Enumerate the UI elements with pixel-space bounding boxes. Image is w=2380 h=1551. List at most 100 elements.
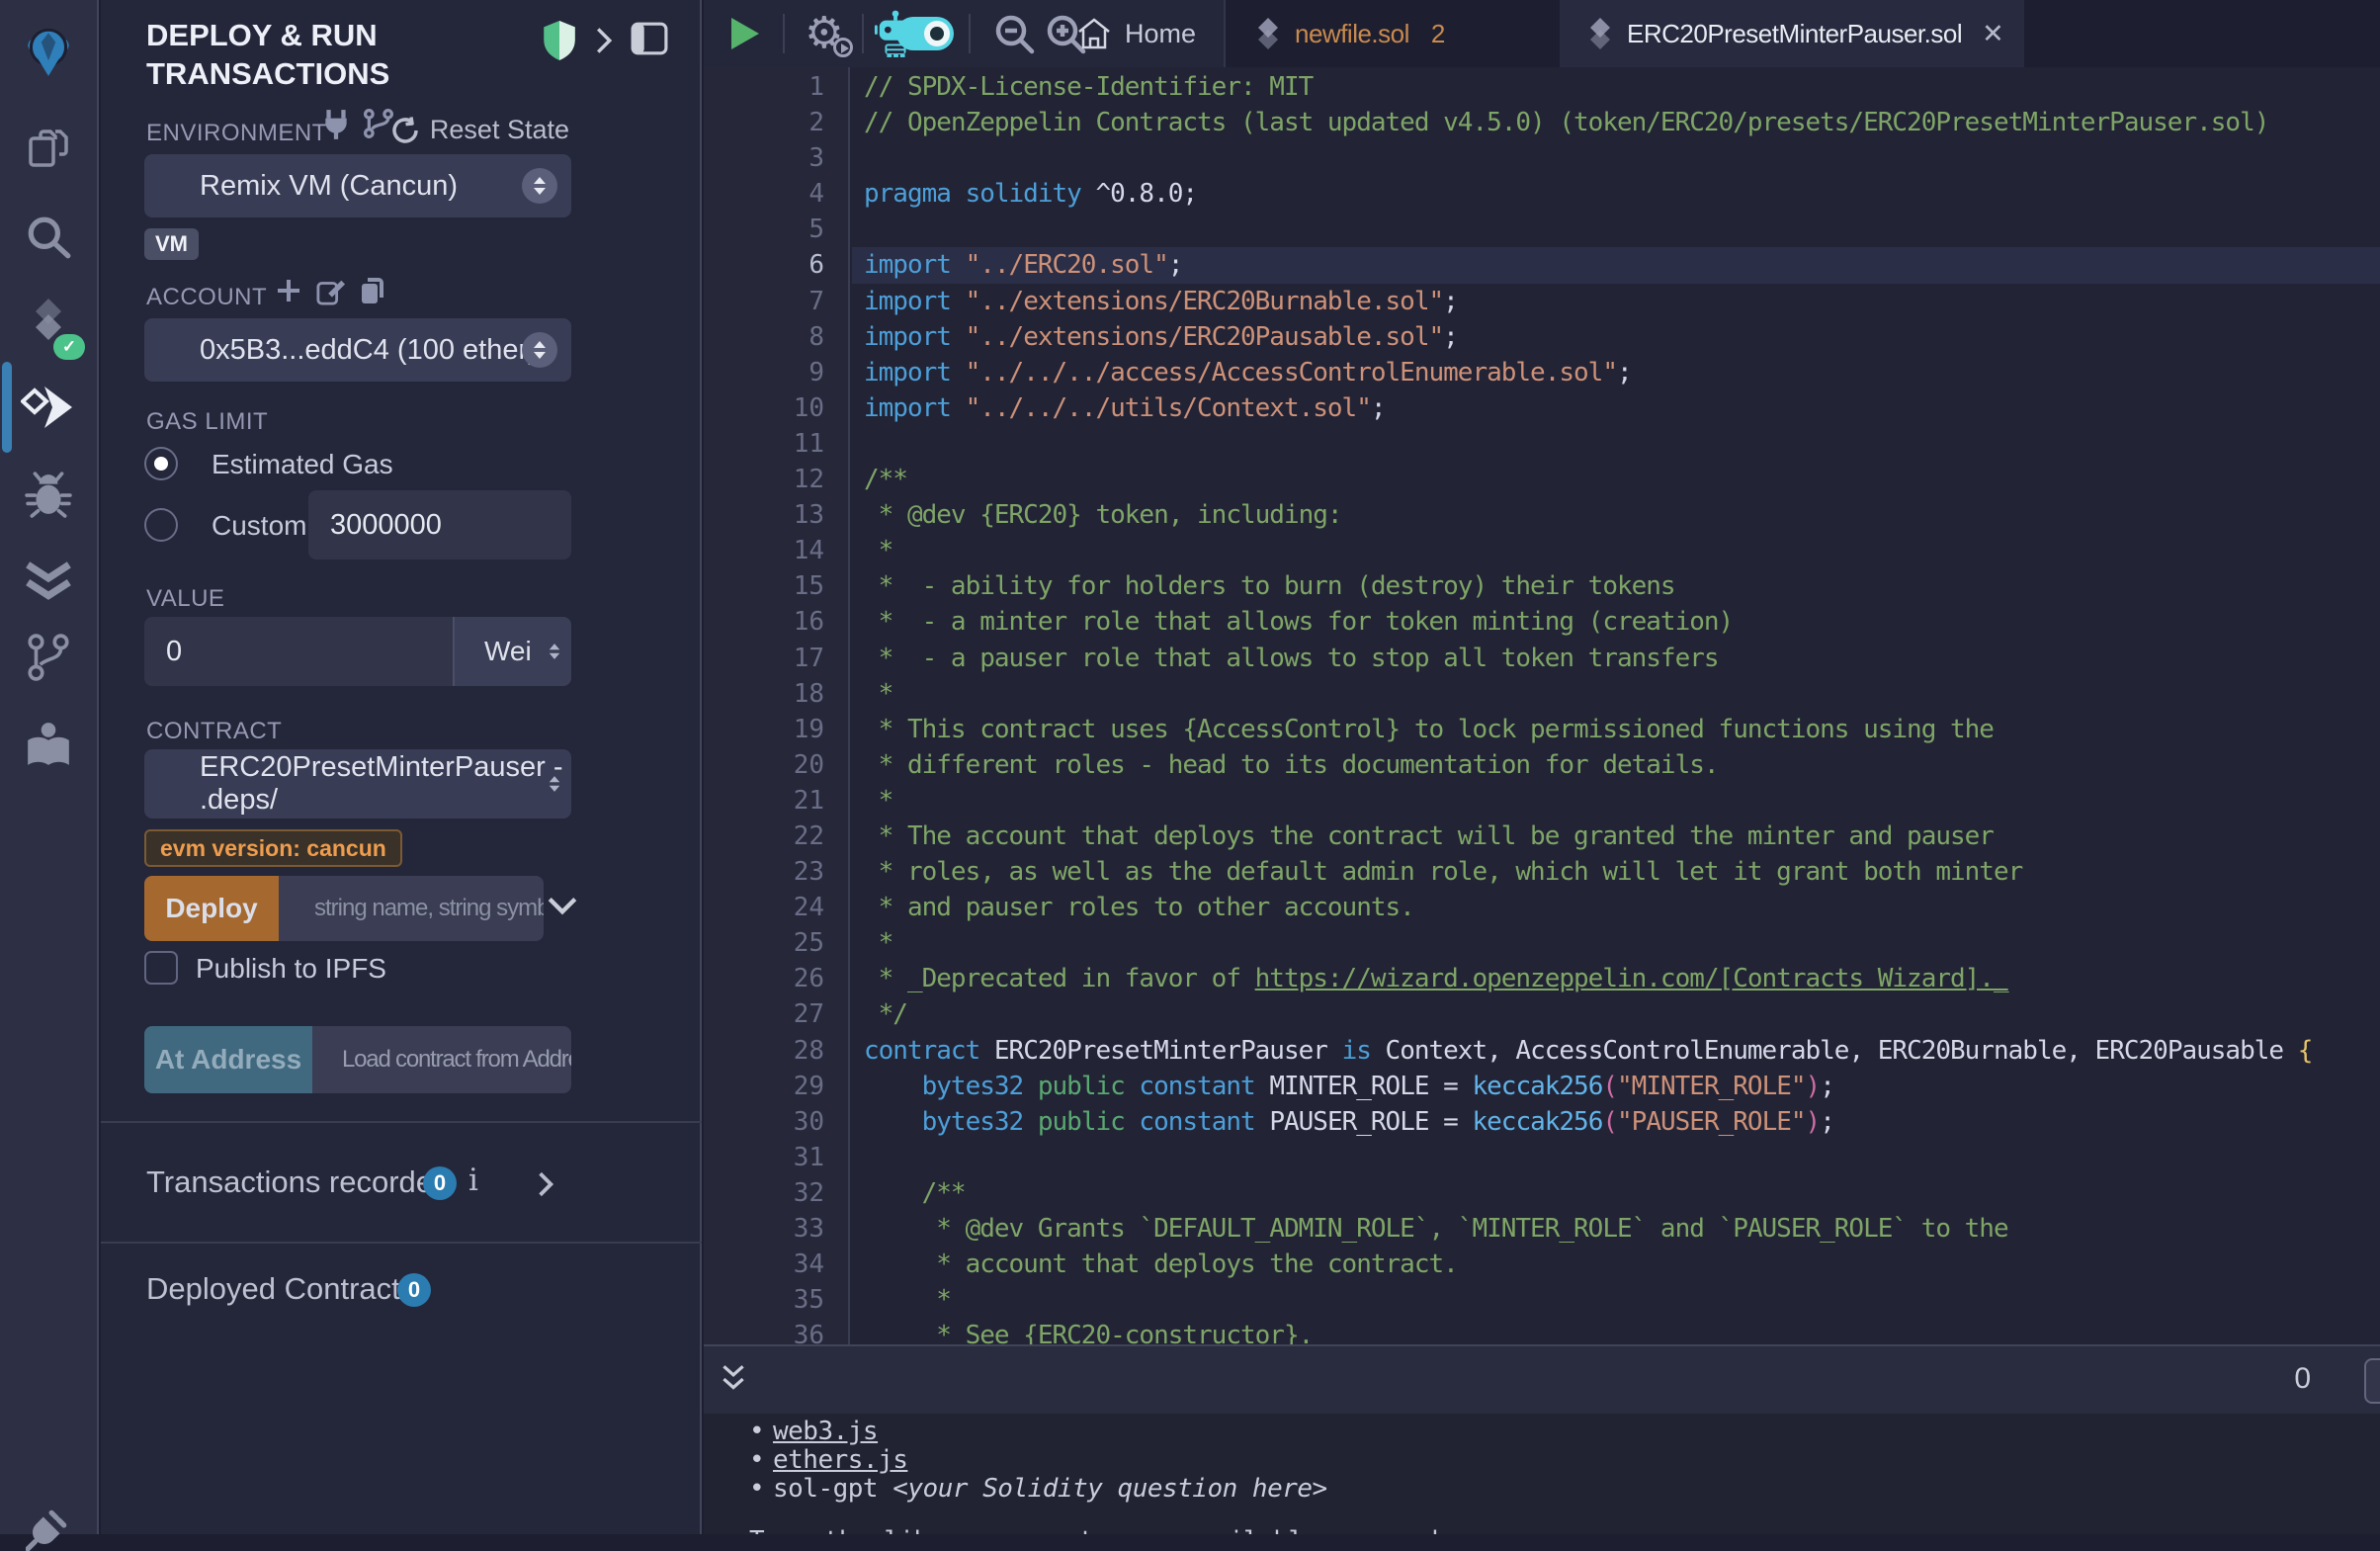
at-address-button[interactable]: At Address bbox=[144, 1026, 312, 1093]
close-tab-icon[interactable]: ✕ bbox=[1982, 19, 2003, 49]
ai-copilot-toggle[interactable] bbox=[896, 17, 954, 50]
code-line: import "../extensions/ERC20Burnable.sol"… bbox=[852, 284, 2380, 319]
add-account-icon[interactable] bbox=[275, 277, 302, 304]
line-number: 23 bbox=[704, 854, 848, 890]
line-number: 12 bbox=[704, 462, 848, 497]
line-number: 1 bbox=[704, 69, 848, 105]
code-line: * This contract uses {AccessControl} to … bbox=[852, 712, 2380, 747]
deploy-run-icon[interactable] bbox=[21, 385, 76, 430]
environment-select[interactable]: Remix VM (Cancun) bbox=[144, 154, 571, 217]
value-input[interactable]: 0 bbox=[144, 617, 453, 686]
pin-panel-icon[interactable] bbox=[631, 22, 668, 55]
home-icon bbox=[1077, 18, 1111, 49]
custom-gas-label: Custom bbox=[212, 510, 306, 542]
code-line: * @dev Grants `DEFAULT_ADMIN_ROLE`, `MIN… bbox=[852, 1211, 2380, 1247]
code-line: * @dev {ERC20} token, including: bbox=[852, 497, 2380, 533]
terminal-entry: •sol-gpt <your Solidity question here> bbox=[749, 1475, 2380, 1504]
line-number: 2 bbox=[704, 105, 848, 140]
line-number: 6 bbox=[704, 247, 848, 283]
static-analysis-icon[interactable] bbox=[24, 559, 73, 604]
solidity-compiler-icon[interactable]: ✓ bbox=[24, 297, 73, 350]
plug-icon[interactable] bbox=[322, 109, 350, 140]
deploy-button[interactable]: Deploy bbox=[144, 876, 279, 941]
value-unit: Wei bbox=[484, 636, 532, 667]
publish-ipfs-checkbox[interactable] bbox=[144, 951, 178, 985]
fork-state-icon[interactable] bbox=[364, 109, 393, 138]
script-config-icon[interactable]: ⚙ bbox=[805, 12, 843, 55]
expand-chevron-icon[interactable] bbox=[591, 26, 617, 55]
account-select[interactable]: 0x5B3...eddC4 (100 ether) bbox=[144, 318, 571, 382]
divider bbox=[101, 1242, 702, 1244]
code-line: /** bbox=[852, 1175, 2380, 1211]
code-lines: // SPDX-License-Identifier: MIT// OpenZe… bbox=[852, 67, 2380, 1344]
line-number: 9 bbox=[704, 355, 848, 390]
estimated-gas-radio[interactable] bbox=[144, 447, 178, 480]
file-explorer-icon[interactable] bbox=[25, 126, 72, 171]
plugin-manager-icon[interactable] bbox=[26, 1506, 71, 1551]
deployed-contracts-label: Deployed Contracts bbox=[146, 1271, 415, 1307]
select-stepper-icon bbox=[522, 168, 557, 204]
tab-newfile-badge: 2 bbox=[1431, 19, 1445, 49]
remix-logo-icon bbox=[20, 23, 77, 80]
zoom-out-icon[interactable] bbox=[992, 12, 1036, 55]
line-number: 29 bbox=[704, 1069, 848, 1104]
transactions-expand-icon[interactable] bbox=[536, 1170, 555, 1198]
line-number: 20 bbox=[704, 747, 848, 783]
code-line: * bbox=[852, 533, 2380, 568]
terminal-search-box[interactable] bbox=[2364, 1358, 2380, 1404]
divider bbox=[101, 1121, 702, 1123]
copy-account-icon[interactable] bbox=[360, 276, 387, 305]
transactions-count-badge: 0 bbox=[423, 1166, 457, 1200]
edit-account-icon[interactable] bbox=[316, 276, 346, 305]
contract-label: CONTRACT bbox=[146, 718, 282, 745]
tab-newfile-label: newfile.sol bbox=[1295, 19, 1409, 49]
code-line: * bbox=[852, 783, 2380, 819]
transactions-recorded-label: Transactions recorded bbox=[146, 1164, 450, 1200]
code-line: * account that deploys the contract. bbox=[852, 1247, 2380, 1282]
line-number: 33 bbox=[704, 1211, 848, 1247]
code-line: import "../ERC20.sol"; bbox=[852, 247, 2380, 283]
code-editor[interactable]: 1234567891011121314151617181920212223242… bbox=[704, 67, 2380, 1344]
custom-gas-radio[interactable] bbox=[144, 508, 178, 542]
shield-icon bbox=[542, 20, 577, 61]
tab-newfile[interactable]: newfile.sol 2 bbox=[1257, 0, 1560, 67]
line-number: 5 bbox=[704, 212, 848, 247]
terminal-link[interactable]: ethers.js bbox=[773, 1445, 907, 1475]
line-number: 27 bbox=[704, 996, 848, 1032]
at-address-input[interactable]: Load contract from Addres bbox=[312, 1026, 571, 1093]
code-line: * See {ERC20-constructor}. bbox=[852, 1318, 2380, 1344]
code-line bbox=[852, 140, 2380, 176]
git-icon[interactable] bbox=[26, 633, 71, 682]
line-number: 28 bbox=[704, 1033, 848, 1069]
contract-select[interactable]: ERC20PresetMinterPauser - .deps/ bbox=[144, 749, 571, 819]
value-unit-select[interactable]: Wei bbox=[453, 617, 571, 686]
info-icon[interactable]: i bbox=[468, 1163, 478, 1198]
line-number: 17 bbox=[704, 641, 848, 676]
line-number: 19 bbox=[704, 712, 848, 747]
value-label: VALUE bbox=[146, 585, 224, 613]
line-number: 31 bbox=[704, 1140, 848, 1175]
collapse-terminal-icon[interactable] bbox=[720, 1362, 747, 1394]
select-stepper-icon bbox=[522, 332, 557, 368]
editor-tabbar: ⚙ Home newfile.sol 2 ERC20PresetMinterPa… bbox=[704, 0, 2380, 67]
tab-erc20presetminterpauser[interactable]: ERC20PresetMinterPauser.sol ✕ bbox=[1560, 0, 2024, 67]
terminal-link[interactable]: web3.js bbox=[773, 1417, 878, 1446]
tab-home[interactable]: Home bbox=[1052, 0, 1222, 67]
evm-version-badge: evm version: cancun bbox=[144, 829, 402, 867]
line-number: 15 bbox=[704, 568, 848, 604]
custom-gas-input[interactable]: 3000000 bbox=[308, 490, 571, 560]
deploy-expand-chevron-icon[interactable] bbox=[546, 896, 579, 917]
deploy-args-input[interactable]: string name, string symbol bbox=[279, 876, 544, 941]
reset-state-button[interactable]: Reset State bbox=[390, 115, 569, 145]
unit-stepper-icon bbox=[548, 641, 561, 662]
contract-stepper-icon bbox=[548, 773, 561, 795]
line-number: 21 bbox=[704, 783, 848, 819]
code-line: * The account that deploys the contract … bbox=[852, 819, 2380, 854]
custom-gas-value: 3000000 bbox=[330, 509, 442, 542]
learneth-icon[interactable] bbox=[24, 722, 73, 767]
search-icon[interactable] bbox=[25, 214, 72, 261]
code-line: // OpenZeppelin Contracts (last updated … bbox=[852, 105, 2380, 140]
terminal-header[interactable]: 0 bbox=[704, 1344, 2380, 1414]
run-script-button[interactable] bbox=[731, 18, 759, 49]
debugger-icon[interactable] bbox=[25, 471, 72, 518]
